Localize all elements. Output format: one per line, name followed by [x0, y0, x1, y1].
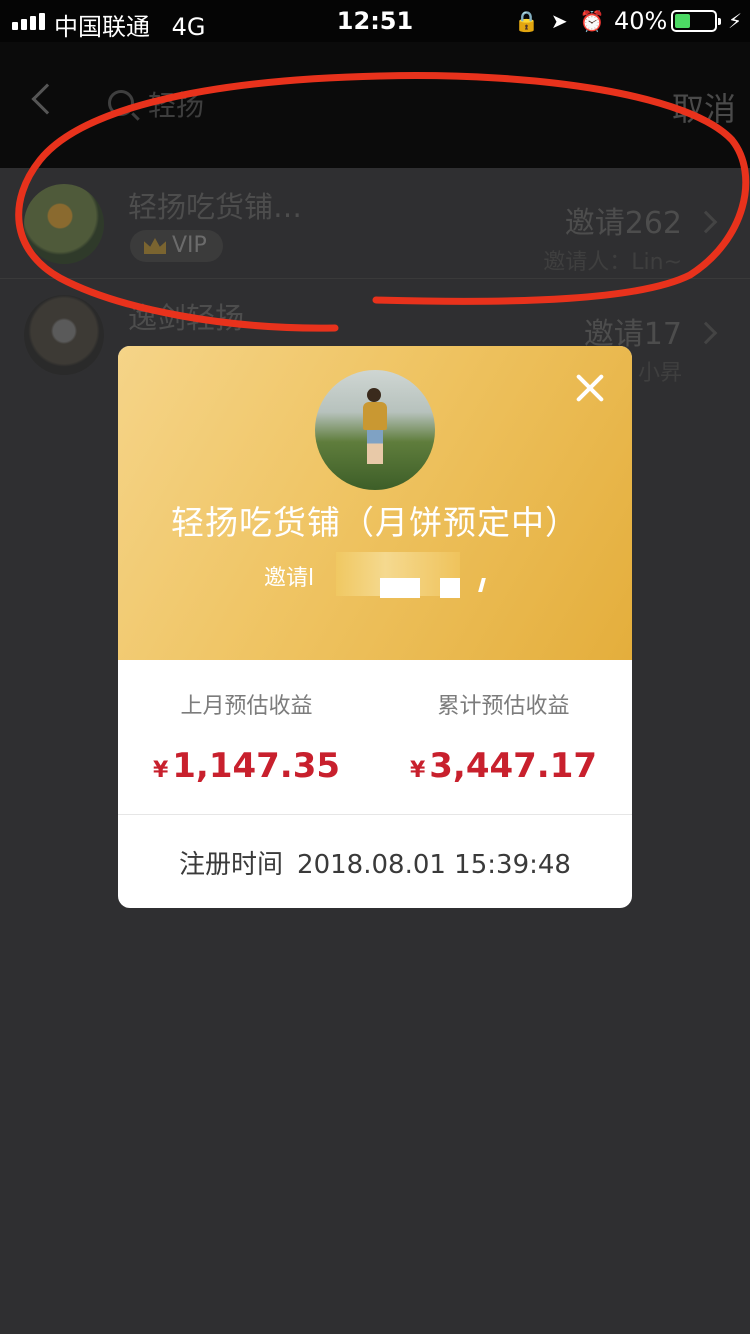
- battery-icon: [671, 10, 721, 32]
- status-icons: 🔒 ➤ ⏰: [514, 9, 605, 33]
- location-arrow-icon: ➤: [550, 9, 568, 33]
- avatar: [24, 184, 104, 264]
- vip-badge: VIP: [130, 230, 223, 262]
- registration-label: 注册时间: [179, 850, 284, 880]
- search-header: 轻扬 取消: [0, 42, 750, 168]
- last-month-earnings: 上月预估收益 ¥1,147.35: [118, 688, 375, 786]
- earnings-stats: 上月预估收益 ¥1,147.35 累计预估收益 ¥3,447.17: [118, 660, 632, 814]
- redaction-mark: [440, 578, 460, 598]
- search-input[interactable]: 轻扬: [148, 84, 204, 124]
- inviter-subtitle: 邀请l: [264, 566, 315, 591]
- user-detail-modal: 轻扬吃货铺（月饼预定中） 邀请l 上月预估收益 ¥1,147.35 累计预估收益…: [118, 346, 632, 908]
- invite-count: 邀请262: [564, 206, 682, 241]
- inviter-label: 小昇: [637, 361, 682, 386]
- item-name: 逸剑轻扬: [128, 301, 245, 335]
- inviter-label: 邀请人：Lin~: [543, 250, 682, 275]
- back-arrow-icon[interactable]: [31, 83, 63, 115]
- alarm-icon: ⏰: [579, 9, 605, 33]
- item-name: 轻扬吃货铺…: [128, 190, 303, 224]
- redaction-mark: [478, 578, 486, 592]
- search-icon: [108, 90, 134, 116]
- modal-header: 轻扬吃货铺（月饼预定中） 邀请l: [118, 346, 632, 660]
- currency-symbol: ¥: [152, 758, 169, 783]
- status-bar: 中国联通 4G 12:51 🔒 ➤ ⏰ 40% ⚡: [0, 0, 750, 42]
- chevron-right-icon: [694, 321, 718, 345]
- stat-label: 上月预估收益: [180, 694, 313, 719]
- modal-title: 轻扬吃货铺（月饼预定中）: [171, 503, 579, 542]
- cancel-button[interactable]: 取消: [672, 84, 736, 130]
- charging-bolt-icon: ⚡: [728, 9, 743, 33]
- redaction-mark: [380, 578, 420, 598]
- divider: [118, 814, 632, 815]
- vip-label: VIP: [172, 233, 207, 258]
- amount: 3,447.17: [429, 746, 598, 786]
- total-earnings: 累计预估收益 ¥3,447.17: [375, 688, 632, 786]
- stat-value: ¥3,447.17: [375, 746, 632, 786]
- search-box[interactable]: 轻扬: [96, 74, 666, 134]
- chevron-right-icon: [694, 210, 718, 234]
- battery-fill: [675, 14, 691, 28]
- currency-symbol: ¥: [409, 758, 426, 783]
- registration-time-row: 注册时间 2018.08.01 15:39:48: [118, 844, 632, 881]
- rotation-lock-icon: 🔒: [514, 9, 539, 33]
- stat-label: 累计预估收益: [437, 694, 570, 719]
- registration-time: 2018.08.01 15:39:48: [297, 850, 571, 880]
- stat-value: ¥1,147.35: [118, 746, 375, 786]
- close-icon[interactable]: [574, 372, 606, 404]
- crown-icon: [144, 238, 166, 254]
- avatar: [24, 295, 104, 375]
- list-item[interactable]: 轻扬吃货铺… VIP 邀请262 邀请人：Lin~: [0, 168, 750, 278]
- avatar: [315, 370, 435, 490]
- amount: 1,147.35: [172, 746, 341, 786]
- battery-percent: 40%: [614, 7, 668, 35]
